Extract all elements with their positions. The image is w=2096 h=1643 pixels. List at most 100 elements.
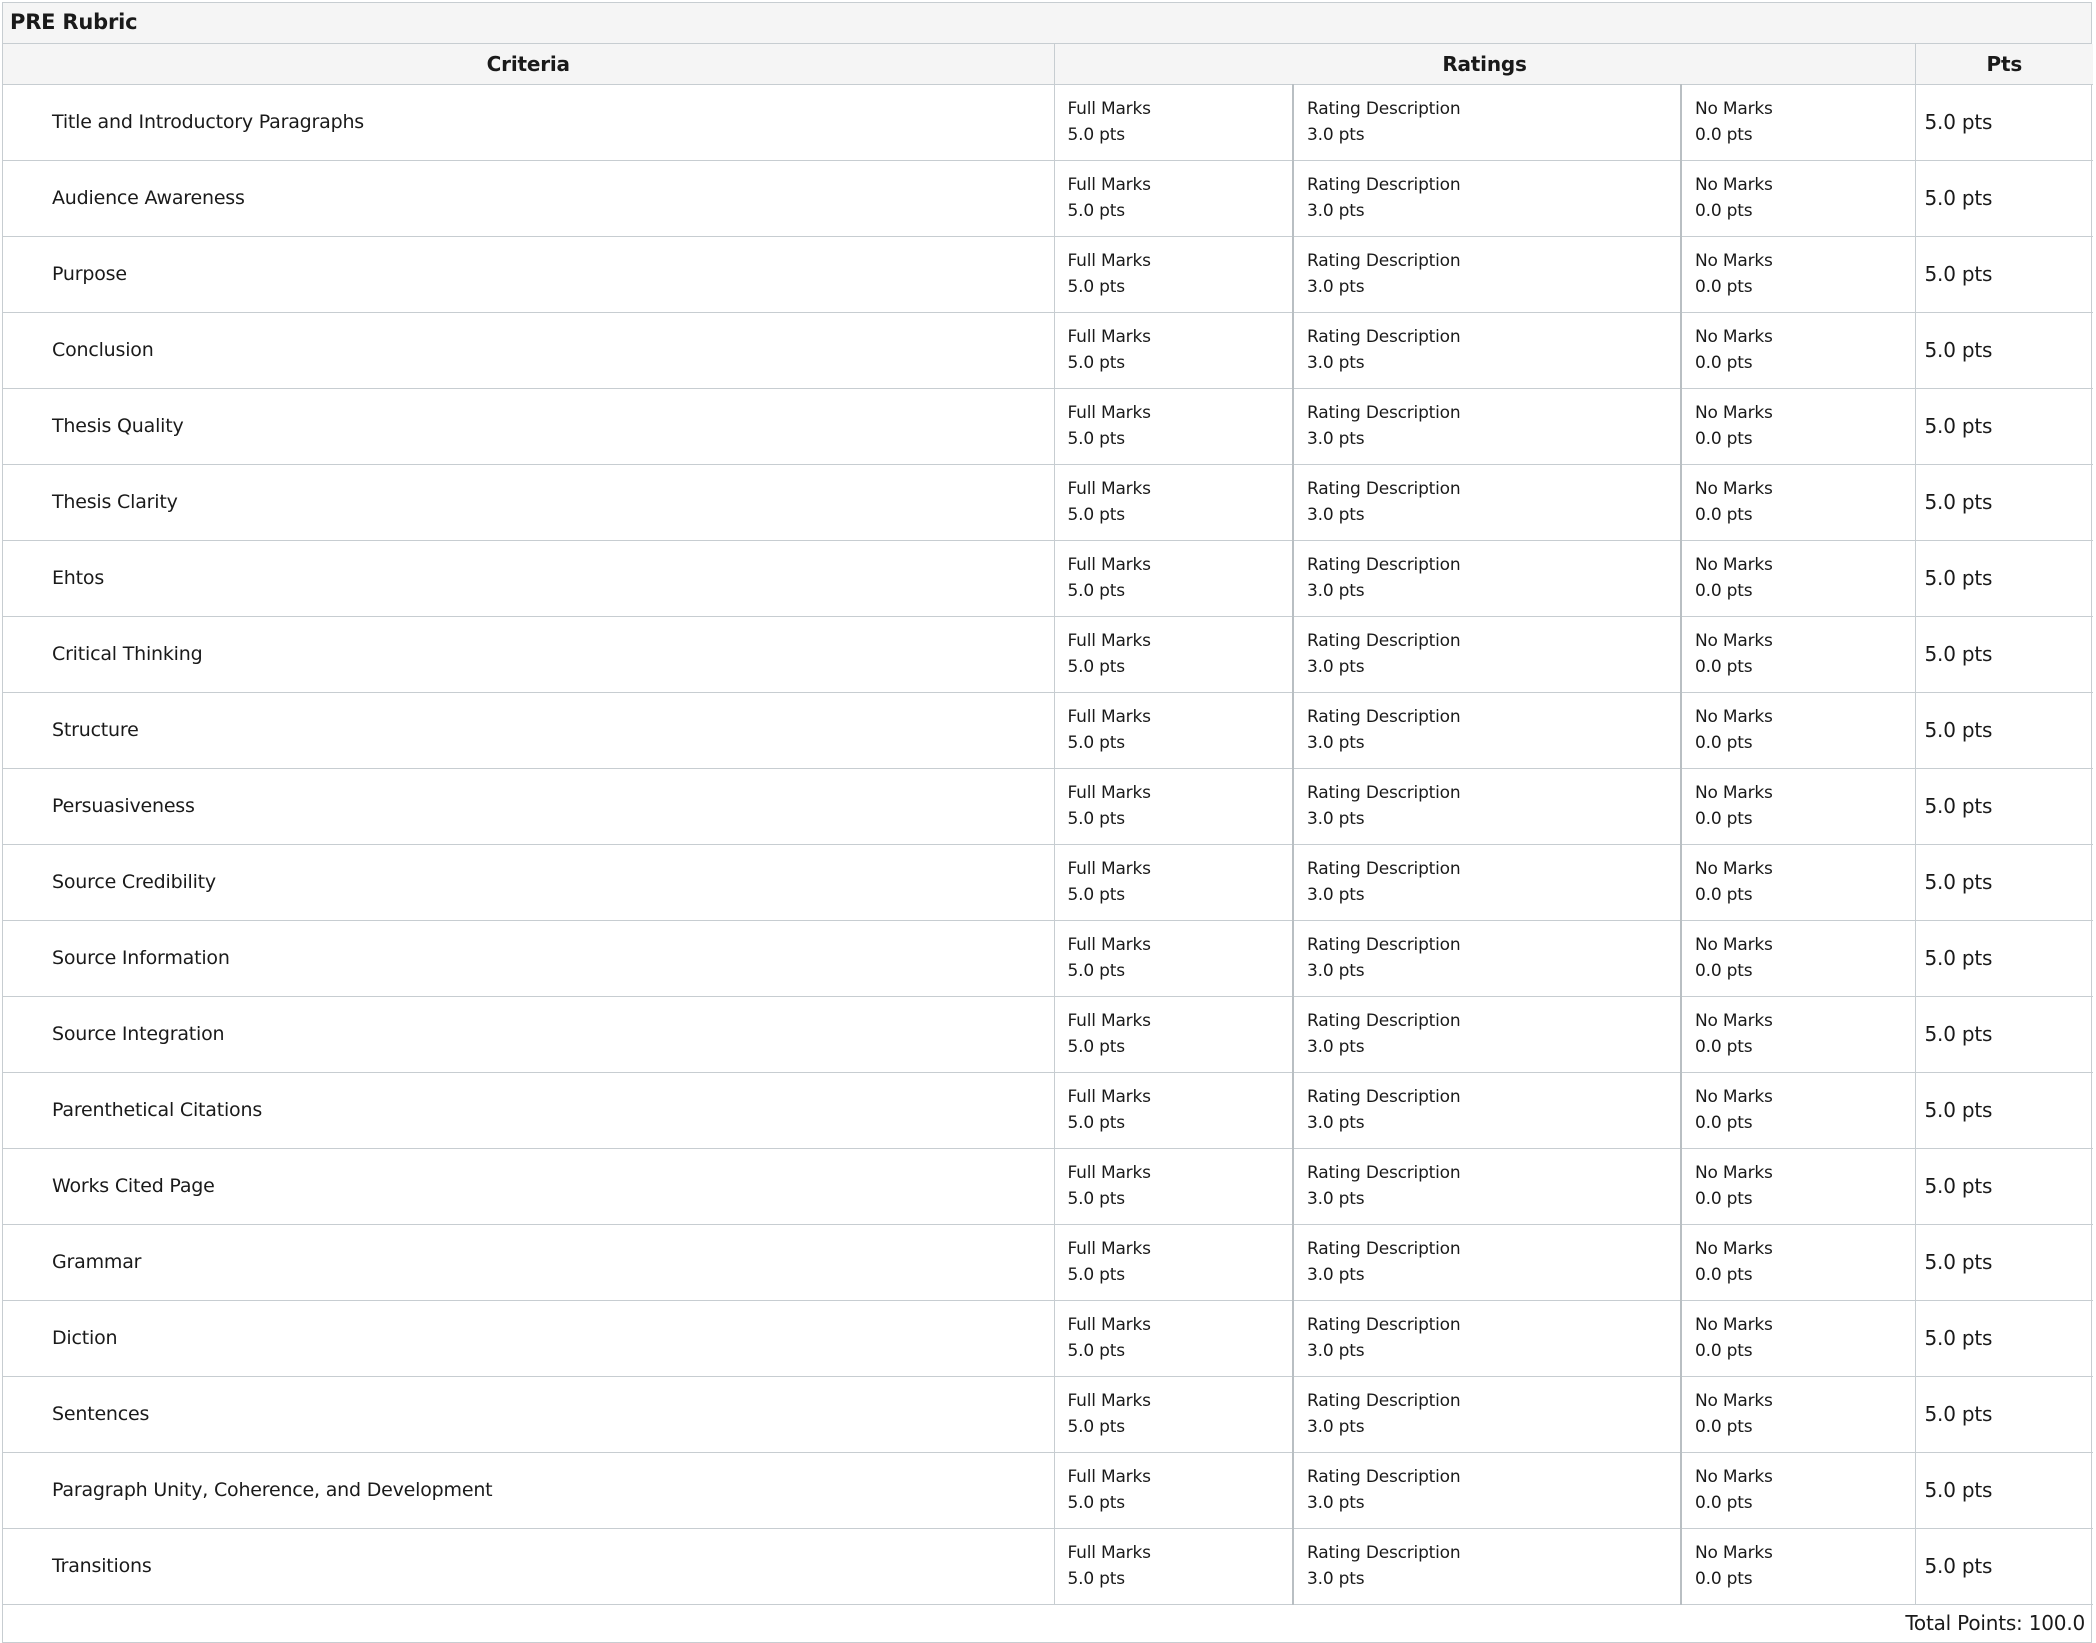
rating-partial[interactable]: Rating Description 3.0 pts	[1292, 83, 1682, 161]
rating-no-marks[interactable]: No Marks 0.0 pts	[1680, 387, 1916, 465]
rating-description: Full Marks	[1067, 1163, 1151, 1183]
criterion-name: Works Cited Page	[3, 1147, 1055, 1225]
rating-partial[interactable]: Rating Description 3.0 pts	[1292, 387, 1682, 465]
rating-partial[interactable]: Rating Description 3.0 pts	[1292, 1299, 1682, 1377]
rating-description: No Marks	[1695, 327, 1773, 347]
rating-description: No Marks	[1695, 99, 1773, 119]
rating-full-marks[interactable]: Full Marks 5.0 pts	[1053, 843, 1294, 921]
rating-no-marks[interactable]: No Marks 0.0 pts	[1680, 159, 1916, 237]
rating-partial[interactable]: Rating Description 3.0 pts	[1292, 235, 1682, 313]
rating-points: 3.0 pts	[1307, 125, 1365, 145]
rating-no-marks[interactable]: No Marks 0.0 pts	[1680, 1071, 1916, 1149]
rating-no-marks[interactable]: No Marks 0.0 pts	[1680, 1375, 1916, 1453]
rating-points: 0.0 pts	[1695, 1417, 1753, 1437]
rating-full-marks[interactable]: Full Marks 5.0 pts	[1053, 83, 1294, 161]
rating-no-marks[interactable]: No Marks 0.0 pts	[1680, 995, 1916, 1073]
table-row: Source Information Full Marks 5.0 pts Ratin…	[3, 919, 2094, 997]
rating-full-marks[interactable]: Full Marks 5.0 pts	[1053, 1071, 1294, 1149]
rating-partial[interactable]: Rating Description 3.0 pts	[1292, 1451, 1682, 1529]
rating-description: Rating Description	[1307, 707, 1461, 727]
rating-description: Full Marks	[1067, 935, 1151, 955]
rating-full-marks[interactable]: Full Marks 5.0 pts	[1053, 159, 1294, 237]
rating-full-marks[interactable]: Full Marks 5.0 pts	[1053, 463, 1294, 541]
rating-full-marks[interactable]: Full Marks 5.0 pts	[1053, 615, 1294, 693]
rating-description: Rating Description	[1307, 479, 1461, 499]
rating-no-marks[interactable]: No Marks 0.0 pts	[1680, 1147, 1916, 1225]
rating-full-marks[interactable]: Full Marks 5.0 pts	[1053, 1223, 1294, 1301]
rating-no-marks[interactable]: No Marks 0.0 pts	[1680, 691, 1916, 769]
rating-description: No Marks	[1695, 1315, 1773, 1335]
rating-full-marks[interactable]: Full Marks 5.0 pts	[1053, 919, 1294, 997]
rating-description: No Marks	[1695, 403, 1773, 423]
rating-partial[interactable]: Rating Description 3.0 pts	[1292, 995, 1682, 1073]
rating-partial[interactable]: Rating Description 3.0 pts	[1292, 767, 1682, 845]
rating-no-marks[interactable]: No Marks 0.0 pts	[1680, 463, 1916, 541]
rating-partial[interactable]: Rating Description 3.0 pts	[1292, 919, 1682, 997]
rating-full-marks[interactable]: Full Marks 5.0 pts	[1053, 767, 1294, 845]
rating-no-marks[interactable]: No Marks 0.0 pts	[1680, 1451, 1916, 1529]
rating-full-marks[interactable]: Full Marks 5.0 pts	[1053, 311, 1294, 389]
rating-description: Rating Description	[1307, 859, 1461, 879]
rating-description: No Marks	[1695, 1011, 1773, 1031]
rating-points: 3.0 pts	[1307, 505, 1365, 525]
rating-description: No Marks	[1695, 859, 1773, 879]
table-row: Diction Full Marks 5.0 pts Rating Descripti…	[3, 1299, 2094, 1377]
rating-points: 0.0 pts	[1695, 733, 1753, 753]
rating-points: 3.0 pts	[1307, 1265, 1365, 1285]
rating-full-marks[interactable]: Full Marks 5.0 pts	[1053, 235, 1294, 313]
rating-partial[interactable]: Rating Description 3.0 pts	[1292, 615, 1682, 693]
rating-description: Rating Description	[1307, 1391, 1461, 1411]
rating-partial[interactable]: Rating Description 3.0 pts	[1292, 1071, 1682, 1149]
rating-points: 5.0 pts	[1067, 885, 1126, 905]
rating-no-marks[interactable]: No Marks 0.0 pts	[1680, 615, 1916, 693]
rating-no-marks[interactable]: No Marks 0.0 pts	[1680, 1527, 1916, 1605]
rating-points: 3.0 pts	[1307, 1417, 1365, 1437]
rating-partial[interactable]: Rating Description 3.0 pts	[1292, 539, 1682, 617]
rating-points: 0.0 pts	[1695, 201, 1753, 221]
rating-partial[interactable]: Rating Description 3.0 pts	[1292, 159, 1682, 237]
rating-partial[interactable]: Rating Description 3.0 pts	[1292, 311, 1682, 389]
rating-full-marks[interactable]: Full Marks 5.0 pts	[1053, 1299, 1294, 1377]
rating-full-marks[interactable]: Full Marks 5.0 pts	[1053, 1375, 1294, 1453]
rating-no-marks[interactable]: No Marks 0.0 pts	[1680, 1223, 1916, 1301]
rating-partial[interactable]: Rating Description 3.0 pts	[1292, 691, 1682, 769]
rating-no-marks[interactable]: No Marks 0.0 pts	[1680, 919, 1916, 997]
criterion-points: 5.0 pts	[1914, 615, 2094, 693]
rating-partial[interactable]: Rating Description 3.0 pts	[1292, 463, 1682, 541]
rating-no-marks[interactable]: No Marks 0.0 pts	[1680, 311, 1916, 389]
rating-points: 3.0 pts	[1307, 353, 1365, 373]
rating-full-marks[interactable]: Full Marks 5.0 pts	[1053, 691, 1294, 769]
rating-partial[interactable]: Rating Description 3.0 pts	[1292, 1527, 1682, 1605]
rating-full-marks[interactable]: Full Marks 5.0 pts	[1053, 1147, 1294, 1225]
rating-no-marks[interactable]: No Marks 0.0 pts	[1680, 843, 1916, 921]
rating-full-marks[interactable]: Full Marks 5.0 pts	[1053, 1527, 1294, 1605]
rating-points: 5.0 pts	[1067, 657, 1126, 677]
rating-no-marks[interactable]: No Marks 0.0 pts	[1680, 235, 1916, 313]
rating-points: 0.0 pts	[1695, 1493, 1753, 1513]
rating-description: Full Marks	[1067, 1543, 1151, 1563]
rating-full-marks[interactable]: Full Marks 5.0 pts	[1053, 995, 1294, 1073]
rating-points: 0.0 pts	[1695, 429, 1753, 449]
rating-description: Full Marks	[1067, 631, 1151, 651]
rating-full-marks[interactable]: Full Marks 5.0 pts	[1053, 1451, 1294, 1529]
criterion-name: Critical Thinking	[3, 615, 1055, 693]
rating-points: 5.0 pts	[1067, 353, 1126, 373]
rating-points: 5.0 pts	[1067, 581, 1126, 601]
table-row: Grammar Full Marks 5.0 pts Rating Descripti…	[3, 1223, 2094, 1301]
rating-no-marks[interactable]: No Marks 0.0 pts	[1680, 767, 1916, 845]
rating-description: Rating Description	[1307, 783, 1461, 803]
rating-no-marks[interactable]: No Marks 0.0 pts	[1680, 1299, 1916, 1377]
rating-partial[interactable]: Rating Description 3.0 pts	[1292, 843, 1682, 921]
rating-description: Full Marks	[1067, 1011, 1151, 1031]
rating-partial[interactable]: Rating Description 3.0 pts	[1292, 1375, 1682, 1453]
rating-full-marks[interactable]: Full Marks 5.0 pts	[1053, 539, 1294, 617]
rating-full-marks[interactable]: Full Marks 5.0 pts	[1053, 387, 1294, 465]
rating-points: 0.0 pts	[1695, 657, 1753, 677]
table-row: Paragraph Unity, Coherence, and Developm…	[3, 1451, 2094, 1529]
rating-description: No Marks	[1695, 175, 1773, 195]
rating-partial[interactable]: Rating Description 3.0 pts	[1292, 1223, 1682, 1301]
rating-partial[interactable]: Rating Description 3.0 pts	[1292, 1147, 1682, 1225]
rating-no-marks[interactable]: No Marks 0.0 pts	[1680, 83, 1916, 161]
rating-no-marks[interactable]: No Marks 0.0 pts	[1680, 539, 1916, 617]
criterion-name: Thesis Quality	[3, 387, 1055, 465]
